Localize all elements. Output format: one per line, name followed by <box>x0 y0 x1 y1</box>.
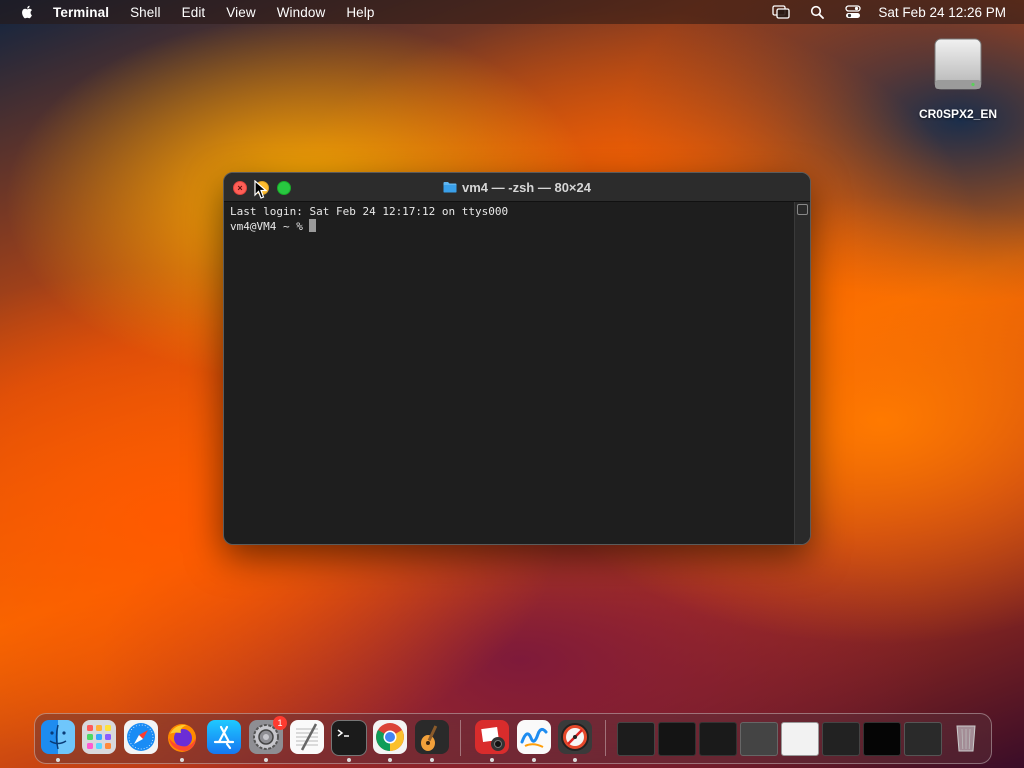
app-store-icon <box>213 725 235 750</box>
finder-icon <box>49 724 67 750</box>
menu-view[interactable]: View <box>226 5 255 20</box>
dock-freeform[interactable] <box>517 720 551 754</box>
window-title: vm4 — -zsh — 80×24 <box>443 180 591 195</box>
dock-safari[interactable] <box>124 720 158 754</box>
firefox-icon <box>168 724 196 752</box>
textedit-icon <box>296 723 318 751</box>
dock-running-indicator <box>56 758 60 762</box>
folder-icon <box>443 182 457 193</box>
drive-label: CR0SPX2_EN <box>918 107 998 121</box>
dock-minimized-window[interactable] <box>617 722 655 756</box>
dock-minimized-window[interactable] <box>740 722 778 756</box>
launchpad-icon <box>87 725 111 749</box>
garageband-icon <box>421 725 438 751</box>
desktop-drive[interactable]: CR0SPX2_EN <box>912 36 1004 121</box>
terminal-prompt: vm4@VM4 ~ % <box>230 220 310 233</box>
screen-mirroring-icon[interactable] <box>772 4 791 20</box>
dock-firefox[interactable] <box>165 720 199 754</box>
dock-running-indicator <box>490 758 494 762</box>
chrome-icon <box>376 723 404 751</box>
close-icon: × <box>237 183 243 193</box>
dock-running-indicator <box>264 758 268 762</box>
dock-finder[interactable] <box>41 720 75 754</box>
dock-minimized-window[interactable] <box>781 722 819 756</box>
terminal-line-last-login: Last login: Sat Feb 24 12:17:12 on ttys0… <box>230 205 509 218</box>
dock-minimized-window[interactable] <box>699 722 737 756</box>
dock-separator <box>605 720 606 756</box>
dock-garageband[interactable] <box>415 720 449 754</box>
trash-icon <box>956 725 976 752</box>
apple-menu-icon[interactable] <box>19 4 35 20</box>
window-titlebar[interactable]: × vm4 — -zsh — 80×24 <box>224 173 810 202</box>
dock-system-settings[interactable]: 1 <box>249 716 287 754</box>
dock-running-indicator <box>347 758 351 762</box>
close-button[interactable]: × <box>233 181 247 195</box>
mouse-pointer-icon <box>254 180 268 199</box>
menu-app-name[interactable]: Terminal <box>53 5 109 20</box>
dock-running-indicator <box>573 758 577 762</box>
control-center-icon[interactable] <box>844 4 862 20</box>
scrollbar[interactable] <box>794 202 810 544</box>
menu-help[interactable]: Help <box>346 5 374 20</box>
dock-minimized-window[interactable] <box>822 722 860 756</box>
dock-trash[interactable] <box>949 720 983 754</box>
external-drive-icon[interactable] <box>929 36 987 94</box>
menu-bar: Terminal Shell Edit View Window Help Sat… <box>0 0 1024 24</box>
dock-textedit[interactable] <box>290 720 324 754</box>
terminal-window[interactable]: × vm4 — -zsh — 80×24 Last login: Sat Feb… <box>223 172 811 545</box>
dock-terminal[interactable] <box>331 720 367 756</box>
window-title-text: vm4 — -zsh — 80×24 <box>462 179 591 195</box>
menu-bar-clock[interactable]: Sat Feb 24 12:26 PM <box>878 5 1006 20</box>
dock-minimized-window[interactable] <box>658 722 696 756</box>
terminal-prompt-line: vm4@VM4 ~ % <box>230 219 800 234</box>
terminal-icon <box>337 729 349 737</box>
dock-running-indicator <box>180 758 184 762</box>
menu-bar-status: Sat Feb 24 12:26 PM <box>754 0 1006 24</box>
dock-minimized-window[interactable] <box>904 722 942 756</box>
compass-icon <box>561 723 589 751</box>
dock-launchpad[interactable] <box>82 720 116 754</box>
notification-badge: 1 <box>273 716 287 730</box>
scroll-split-handle-icon[interactable] <box>797 204 808 215</box>
dock-running-indicator <box>388 758 392 762</box>
photo-booth-icon <box>481 726 505 751</box>
dock-app-store[interactable] <box>207 720 241 754</box>
dock-photo-booth[interactable] <box>475 720 509 754</box>
terminal-output[interactable]: Last login: Sat Feb 24 12:17:12 on ttys0… <box>224 202 806 544</box>
freeform-icon <box>520 727 548 748</box>
dock: 1 <box>34 713 992 764</box>
dock-running-indicator <box>532 758 536 762</box>
text-cursor <box>309 219 317 232</box>
dock-chrome[interactable] <box>373 720 407 754</box>
dock-minimized-window[interactable] <box>863 722 901 756</box>
dock-running-indicator <box>430 758 434 762</box>
spotlight-search-icon[interactable] <box>808 4 826 20</box>
menu-shell[interactable]: Shell <box>130 5 161 20</box>
safari-icon <box>127 723 155 751</box>
dock-compass-app[interactable] <box>558 720 592 754</box>
dock-separator <box>460 720 461 756</box>
menu-window[interactable]: Window <box>277 5 326 20</box>
menu-edit[interactable]: Edit <box>182 5 206 20</box>
zoom-button[interactable] <box>277 181 291 195</box>
